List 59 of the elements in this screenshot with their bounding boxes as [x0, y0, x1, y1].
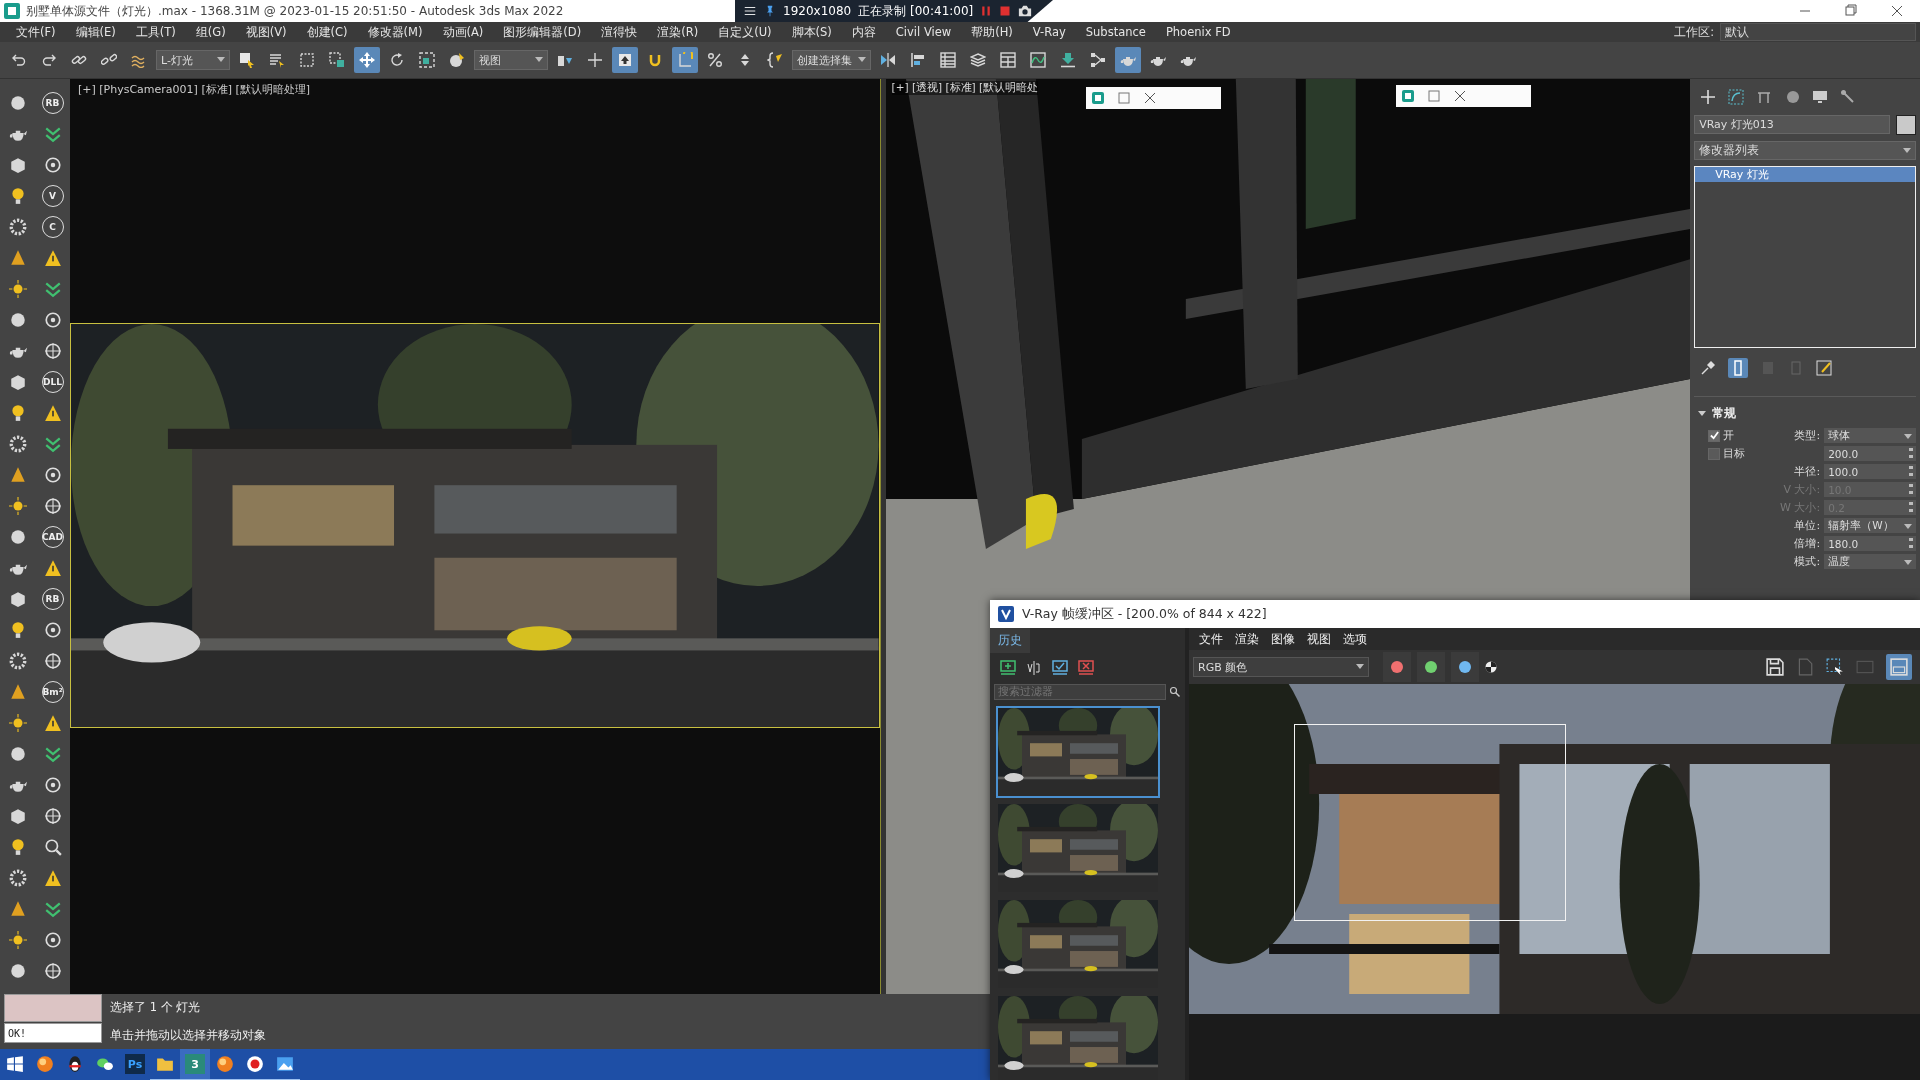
menu-item[interactable]: 修改器(M)	[357, 24, 433, 40]
dropdown[interactable]: 球体	[1824, 428, 1917, 443]
field-label: 单位:	[1793, 518, 1821, 533]
menu-item[interactable]: Civil View	[885, 25, 962, 39]
workspace-dropdown[interactable]: 默认	[1720, 23, 1916, 41]
spinner-field[interactable]: 200.0	[1824, 446, 1917, 461]
menu-item[interactable]: 图像	[1265, 630, 1301, 648]
menu-item[interactable]: V-Ray	[1022, 25, 1076, 39]
status-text: 选择了 1 个 灯光	[110, 1000, 202, 1016]
taskbar-button[interactable]: Ps	[120, 1049, 150, 1080]
menu-item[interactable]: 内容	[841, 24, 886, 40]
menu-item[interactable]: Phoenix FD	[1155, 25, 1241, 39]
menu-item[interactable]: 文件	[1193, 630, 1229, 648]
menu-item[interactable]: 脚本(S)	[781, 24, 842, 40]
window-title: 别墅单体源文件（灯光）.max - 1368.31M @ 2023-01-15 20:51:50 - Autodesk 3ds Max 2022	[26, 2, 564, 20]
menu-item[interactable]: 自定义(U)	[708, 24, 782, 40]
menu-item[interactable]: 图形编辑器(D)	[493, 24, 592, 40]
spinner-field[interactable]: 180.0	[1824, 536, 1917, 551]
modifier-list-dropdown[interactable]: 修改器列表	[1694, 141, 1916, 160]
field-label: 倍增:	[1793, 536, 1821, 551]
toolbar-dropdown[interactable]: 视图	[474, 50, 548, 70]
menu-item[interactable]: 帮助(H)	[961, 24, 1023, 40]
resolution-label: 1920x1080	[783, 4, 852, 18]
toolbar-dropdown[interactable]: L-灯光	[156, 50, 230, 70]
toolbar-dropdown[interactable]: 创建选择集	[792, 50, 871, 70]
menu-item[interactable]: 编辑(E)	[65, 24, 126, 40]
dropdown[interactable]: 辐射率（W）	[1824, 518, 1917, 533]
window-title: V-Ray 帧缓冲区 - [200.0% of 844 x 422]	[1022, 605, 1267, 623]
menu-item[interactable]: 视图(V)	[235, 24, 297, 40]
channel-dropdown[interactable]: RGB 颜色	[1193, 657, 1369, 677]
menu-item[interactable]: 视图	[1301, 630, 1337, 648]
workspace-label: 工作区:	[1674, 24, 1714, 40]
prompt-text: 单击并拖动以选择并移动对象	[110, 1027, 266, 1043]
menu-item[interactable]: Substance	[1075, 25, 1156, 39]
history-tab[interactable]: 历史	[990, 628, 1030, 653]
field-label: 类型:	[1793, 428, 1821, 443]
menu-item[interactable]: 创建(C)	[296, 24, 358, 40]
dropdown[interactable]: 温度	[1824, 554, 1917, 569]
script-output-field[interactable]: OK!	[4, 1023, 102, 1043]
menu-item[interactable]: 组(G)	[185, 24, 236, 40]
field-label: 模式:	[1793, 554, 1821, 569]
menu-item[interactable]: 渲得快	[591, 24, 648, 40]
menu-item[interactable]: 工具(T)	[125, 24, 186, 40]
stack-item[interactable]: VRay 灯光	[1695, 167, 1915, 182]
object-name-field[interactable]: VRay 灯光013	[1694, 115, 1890, 134]
checkbox-label: 目标	[1723, 446, 1746, 461]
viewport-label[interactable]: [+] [透视] [标准] [默认明暗处	[891, 81, 1039, 95]
spinner-field[interactable]: 100.0	[1824, 464, 1917, 479]
checkbox-label: 开	[1723, 428, 1735, 443]
rollout-title[interactable]: 常规	[1712, 405, 1737, 422]
recording-status: 正在录制 [00:41:00]	[858, 2, 974, 20]
menu-item[interactable]: 选项	[1337, 630, 1373, 648]
menu-item[interactable]: 动画(A)	[432, 24, 494, 40]
field-label: 半径:	[1793, 464, 1821, 479]
menu-item[interactable]: 渲染(R)	[647, 24, 709, 40]
menu-item[interactable]: 文件(F)	[6, 24, 66, 40]
viewport-label[interactable]: [+] [PhysCamera001] [标准] [默认明暗处理]	[70, 81, 880, 97]
menu-item[interactable]: 渲染	[1229, 630, 1265, 648]
taskbar-button[interactable]: 3	[180, 1049, 210, 1080]
